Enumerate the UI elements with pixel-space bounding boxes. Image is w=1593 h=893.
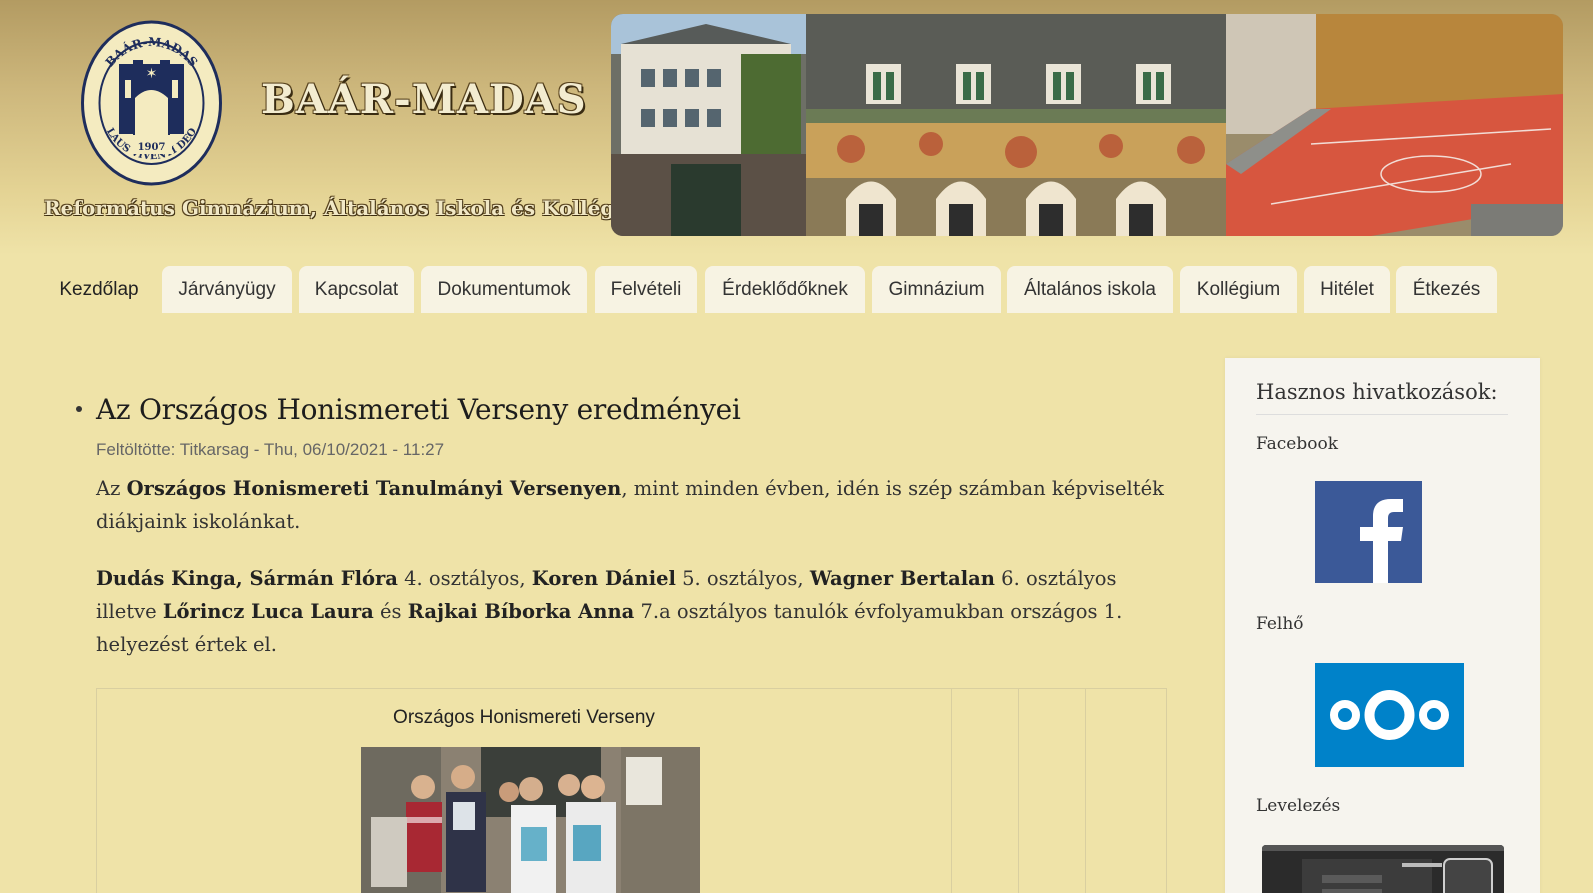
svg-text:1907: 1907 (138, 142, 166, 153)
photo-caption: Országos Honismereti Verseny (393, 707, 655, 728)
article-title[interactable]: Az Országos Honismereti Verseny eredmény… (96, 393, 741, 426)
nav-tab-kollegium[interactable]: Kollégium (1180, 266, 1297, 313)
nav-tab-hitelet[interactable]: Hitélet (1304, 266, 1390, 313)
article-meta: Feltöltötte: Titkarsag - Thu, 06/10/2021… (96, 440, 445, 459)
sidebar: Hasznos hivatkozások: Facebook Felhő Lev… (1225, 358, 1540, 893)
sidebar-title: Hasznos hivatkozások: (1256, 380, 1508, 415)
facebook-label: Facebook (1256, 434, 1339, 454)
nav-tab-kapcsolat[interactable]: Kapcsolat (299, 266, 414, 313)
table-cell-divider (951, 689, 952, 893)
nav-tab-altalanos-iskola[interactable]: Általános iskola (1007, 266, 1173, 313)
facebook-icon[interactable] (1315, 481, 1422, 583)
nav-tab-kezdolap[interactable]: Kezdőlap (44, 266, 154, 313)
school-logo[interactable]: BAÁR-MADAS LAUS VIVENTI DEO ✶ 1907 (81, 20, 222, 186)
students-photo[interactable] (361, 747, 700, 893)
svg-text:✶: ✶ (146, 66, 158, 82)
list-bullet (76, 406, 82, 412)
mail-label: Levelezés (1256, 796, 1341, 816)
nav-tab-erdeklodoknek[interactable]: Érdeklődőknek (705, 266, 865, 313)
site-name[interactable]: BAÁR-MADAS (261, 76, 587, 123)
webmail-screenshot-icon[interactable] (1262, 845, 1504, 893)
nextcloud-icon[interactable] (1315, 663, 1464, 767)
cloud-label: Felhő (1256, 614, 1304, 634)
site-slogan: Református Gimnázium, Általános Iskola é… (44, 196, 658, 220)
nav-tab-gimnazium[interactable]: Gimnázium (872, 266, 1001, 313)
table-cell-divider (1085, 689, 1086, 893)
table-cell-divider (1018, 689, 1019, 893)
photo-table: Országos Honismereti Verseny (96, 688, 1167, 893)
header-banner-image (611, 14, 1563, 236)
site-header: BAÁR-MADAS LAUS VIVENTI DEO ✶ 1907 BAÁR-… (0, 0, 1593, 255)
nav-tab-dokumentumok[interactable]: Dokumentumok (421, 266, 587, 313)
nav-tab-etkezes[interactable]: Étkezés (1396, 266, 1497, 313)
nav-tab-felveteli[interactable]: Felvételi (595, 266, 697, 313)
nav-tab-jarvanyugy[interactable]: Járványügy (162, 266, 292, 313)
article-paragraph-1: Az Országos Honismereti Tanulmányi Verse… (96, 477, 1164, 533)
article-paragraph-2: Dudás Kinga, Sármán Flóra 4. osztályos, … (96, 567, 1123, 656)
